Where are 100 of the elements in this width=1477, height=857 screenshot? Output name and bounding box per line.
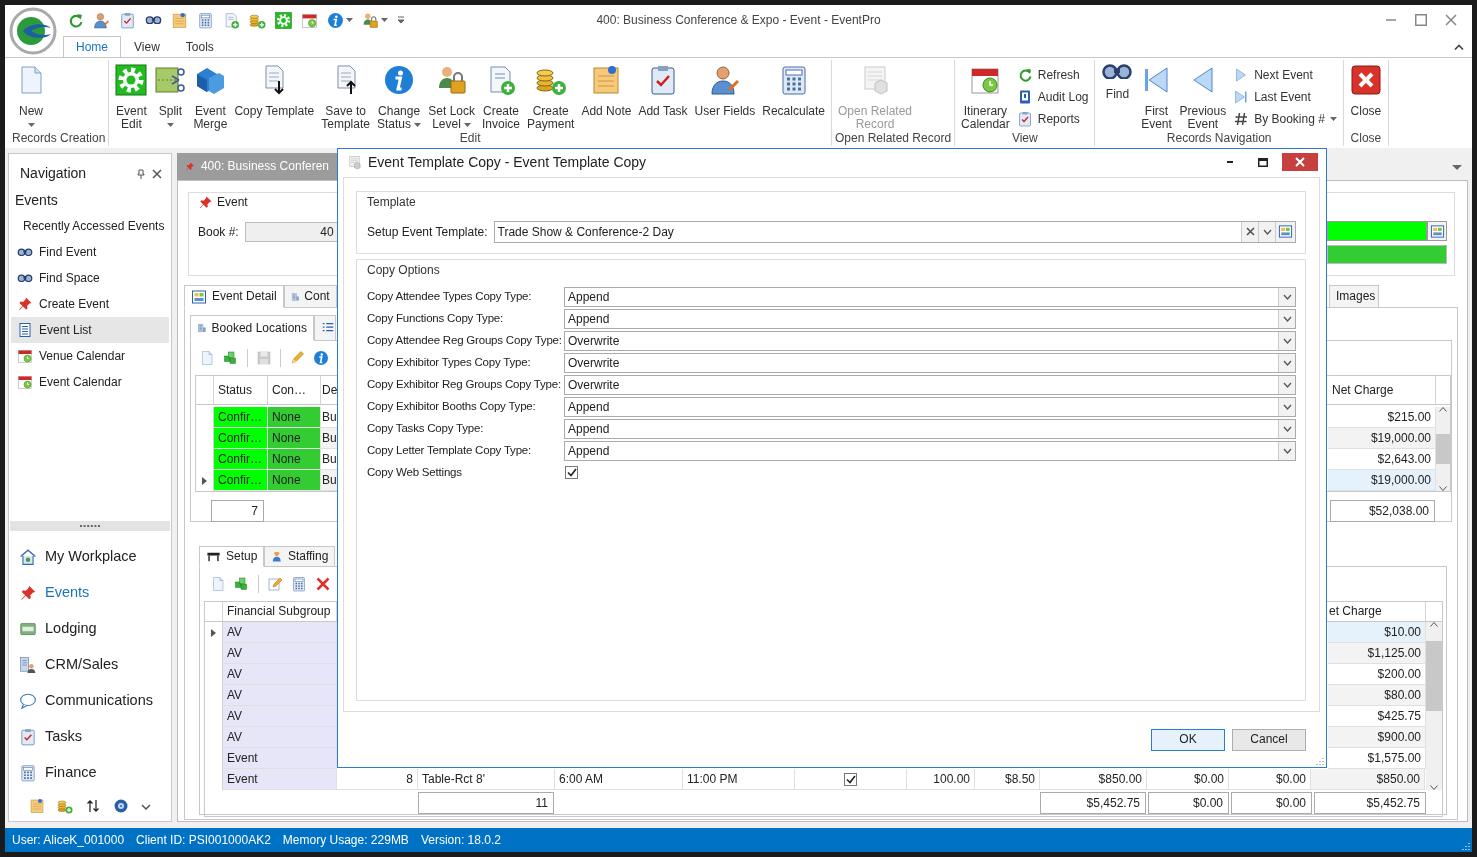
caret-icon	[381, 18, 388, 22]
field-label: Copy Exhibitor Booths Copy Type:	[367, 400, 537, 414]
nav-item[interactable]: Event Calendar	[11, 368, 169, 395]
ribbon-button[interactable]: Add Note	[578, 62, 635, 118]
table-cell: AV	[223, 706, 337, 727]
customize-button[interactable]	[397, 16, 405, 24]
ribbon-button[interactable]: Event Edit	[112, 62, 151, 131]
dropdown-field[interactable]: Overwrite	[564, 330, 1296, 351]
ribbon-button[interactable]: Add Task	[635, 62, 691, 118]
nav-module[interactable]: Events	[9, 575, 171, 611]
table-cell: Confir…	[214, 428, 268, 449]
gear-icon	[115, 64, 148, 96]
status-text: Client ID: PSI001000AK2	[136, 832, 271, 848]
toolbar-button[interactable]	[85, 798, 101, 814]
table-cell: AV	[223, 685, 337, 706]
ribbon-button[interactable]: Change Status	[373, 62, 425, 131]
tab[interactable]: Cont	[283, 285, 337, 308]
clear-button[interactable]	[1241, 221, 1258, 242]
book-field[interactable]: 40	[244, 222, 337, 242]
ribbon-button[interactable]: Set Lock Level	[425, 62, 478, 131]
toolbar-button[interactable]	[145, 16, 162, 24]
tab[interactable]: Staffing	[264, 546, 336, 567]
nav-module[interactable]: Finance	[9, 755, 171, 791]
dropdown-field[interactable]: Append	[564, 418, 1296, 439]
ribbon-button[interactable]: Next Event	[1230, 64, 1340, 86]
ribbon-button[interactable]: By Booking #	[1230, 108, 1340, 130]
ribbon-button[interactable]: Reports	[1013, 108, 1092, 130]
template-field[interactable]: Trade Show & Conference-2 Day	[493, 220, 1296, 243]
dropdown-field[interactable]: Append	[564, 286, 1296, 307]
resize-grip-icon[interactable]	[1316, 757, 1324, 765]
field-label: Copy Functions Copy Type:	[367, 312, 505, 326]
column-header[interactable]: et Charge	[1328, 602, 1426, 621]
group-label: Close	[1349, 131, 1383, 146]
person-icon	[93, 11, 110, 29]
ribbon-tab[interactable]: View	[121, 36, 173, 57]
dropdown-button[interactable]	[1258, 221, 1275, 242]
group-label: View	[1010, 131, 1039, 146]
checkbox[interactable]	[844, 772, 857, 786]
nav-item[interactable]: Event List	[11, 316, 169, 343]
nav-module[interactable]: My Workplace	[9, 539, 171, 575]
ribbon-button[interactable]: Create Invoice	[479, 62, 524, 131]
scissors-icon	[154, 64, 187, 96]
checkbox[interactable]	[565, 466, 578, 480]
ribbon-button[interactable]: Refresh	[1013, 64, 1092, 86]
ribbon-button[interactable]: Create Payment	[524, 62, 578, 131]
close-button[interactable]	[1282, 153, 1318, 172]
nav-module[interactable]: CRM/Sales	[9, 647, 171, 683]
dropdown-field[interactable]: Append	[564, 440, 1296, 461]
dropdown-field[interactable]: Overwrite	[564, 374, 1296, 395]
ribbon-button[interactable]: Save to Template	[318, 62, 373, 131]
status-field[interactable]	[1327, 221, 1427, 241]
scroll-up-icon	[1439, 407, 1447, 412]
dialog-title: Event Template Copy - Event Template Copy	[368, 154, 648, 171]
caret-icon	[397, 16, 405, 24]
ribbon-button[interactable]: First Event	[1137, 62, 1176, 131]
tab[interactable]: Setup	[199, 546, 265, 567]
ribbon-button[interactable]: Previous Event	[1176, 62, 1230, 131]
ribbon-button[interactable]: Find	[1098, 62, 1137, 101]
nav-item[interactable]: Find Space	[11, 264, 169, 291]
nav-module[interactable]: Communications	[9, 683, 171, 719]
picker-button[interactable]	[1427, 221, 1447, 241]
nav-item[interactable]: Create Event	[11, 290, 169, 317]
nav-item[interactable]: Find Event	[11, 238, 169, 265]
ribbon-button[interactable]: Close	[1346, 62, 1385, 118]
dropdown-field[interactable]: Append	[564, 396, 1296, 417]
tab[interactable]	[314, 315, 336, 341]
ribbon-button[interactable]: New	[12, 62, 50, 131]
dialog-button[interactable]: Cancel	[1232, 728, 1306, 751]
tab[interactable]: Booked Locations	[190, 315, 314, 341]
status-text: Memory Usage: 229MB	[282, 832, 409, 848]
count-field: 7	[211, 500, 264, 522]
tab[interactable]: Event Detail	[184, 285, 284, 308]
dropdown-field[interactable]: Append	[564, 308, 1296, 329]
scrollbar[interactable]	[1436, 407, 1450, 491]
check-icon	[566, 468, 577, 478]
table-cell: 8	[337, 769, 418, 790]
nav-module[interactable]: Lodging	[9, 611, 171, 647]
ribbon-tab[interactable]: Tools	[172, 36, 227, 57]
tab[interactable]: Images	[1329, 285, 1379, 308]
ribbon-button[interactable]: Copy Template	[231, 62, 318, 118]
ribbon-button[interactable]: Recalculate	[759, 62, 828, 118]
calculator-icon	[19, 764, 37, 782]
ribbon-button[interactable]: Audit Log	[1013, 86, 1092, 108]
dropdown-field[interactable]: Overwrite	[564, 352, 1296, 373]
ribbon-button[interactable]: User Fields	[691, 62, 759, 118]
toolbar-button[interactable]	[113, 798, 129, 814]
ribbon-tab[interactable]: Home	[63, 36, 121, 58]
nav-item[interactable]: Recently Accessed Events	[11, 212, 169, 239]
ribbon-button[interactable]: Event Merge	[190, 62, 231, 131]
nav-module[interactable]: Tasks	[9, 719, 171, 755]
ribbon-button[interactable]: Itinerary Calendar	[958, 62, 1013, 131]
scrollbar[interactable]	[1426, 622, 1442, 790]
picker-button[interactable]	[1275, 221, 1295, 242]
dialog-button[interactable]: OK	[1151, 728, 1225, 751]
note-icon	[29, 798, 45, 814]
table-cell: $850.00	[1040, 769, 1147, 790]
ribbon-button[interactable]: Split	[151, 62, 190, 131]
ribbon-button[interactable]: Last Event	[1230, 86, 1340, 108]
document-icon	[210, 576, 226, 592]
nav-item[interactable]: Venue Calendar	[11, 342, 169, 369]
